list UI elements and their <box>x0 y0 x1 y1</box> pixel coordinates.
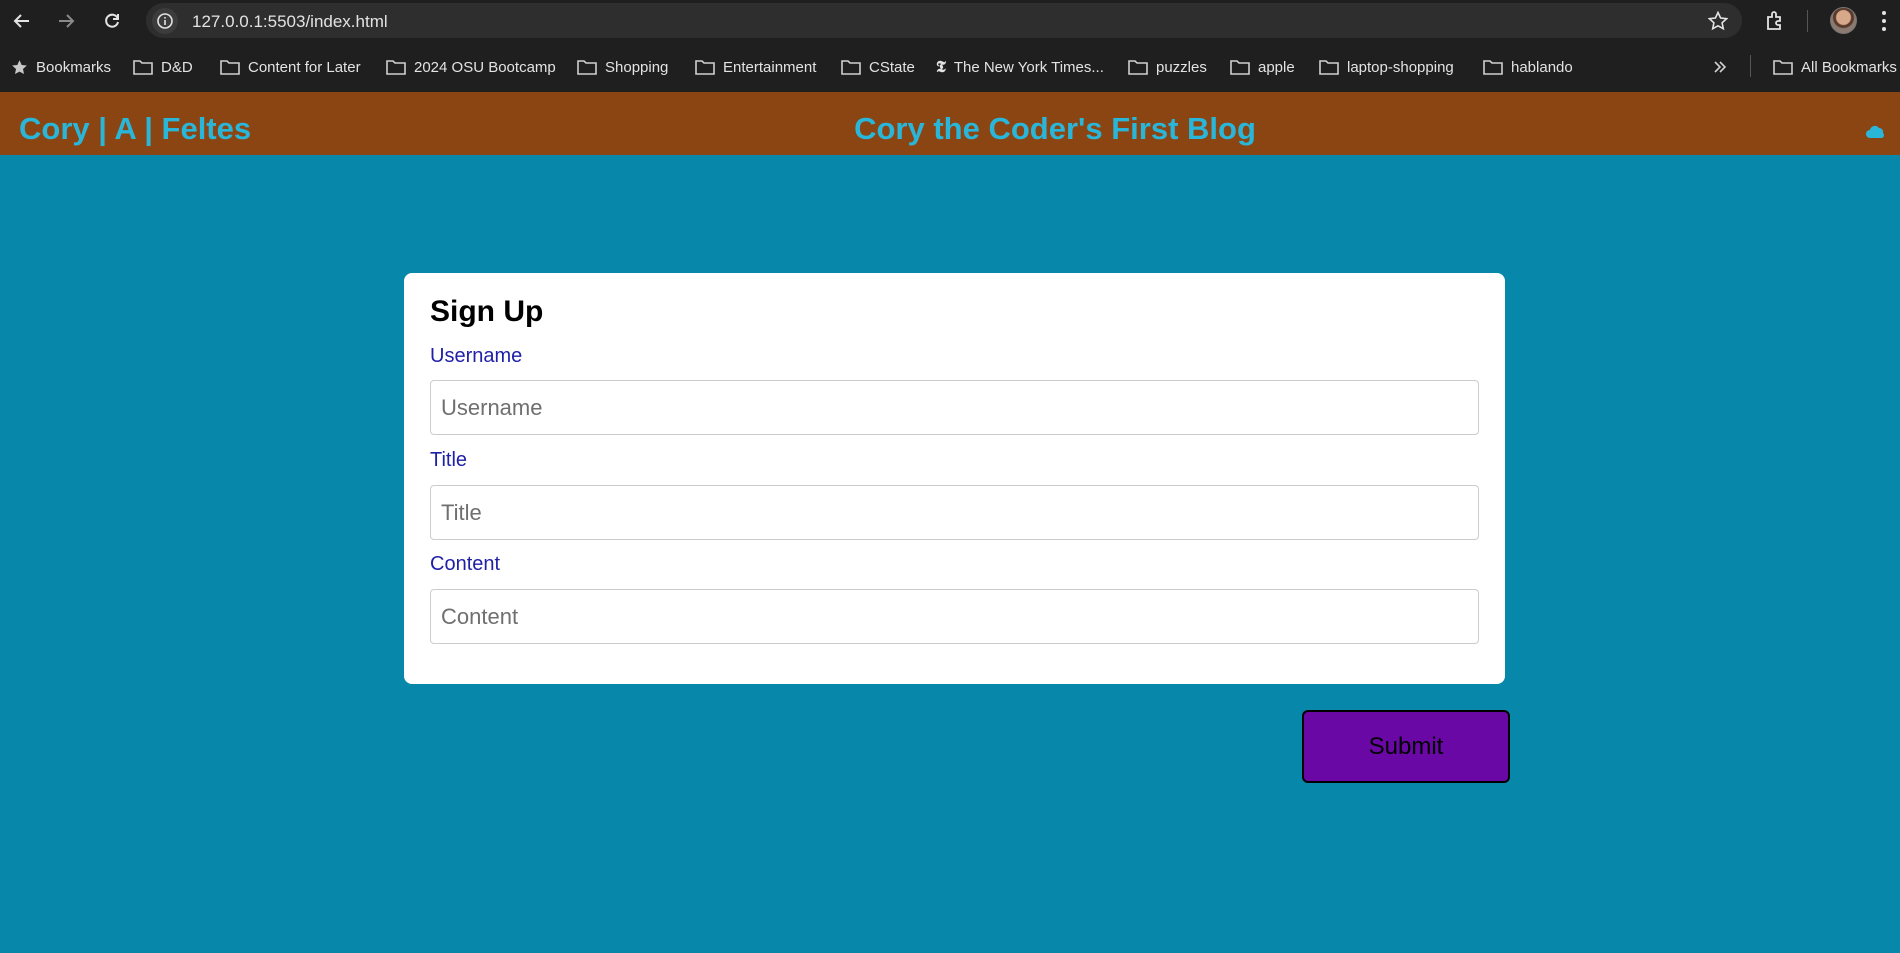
forward-button[interactable] <box>53 8 79 34</box>
username-input[interactable] <box>430 380 1479 435</box>
star-icon <box>12 59 27 74</box>
back-button[interactable] <box>9 8 35 34</box>
more-menu-icon[interactable] <box>1880 9 1888 33</box>
folder-icon <box>1319 60 1339 75</box>
browser-toolbar: 127.0.0.1:5503/index.html <box>0 0 1900 41</box>
bookmark-item[interactable]: 𝕿 The New York Times... <box>936 57 1104 77</box>
bookmark-star-icon[interactable] <box>1708 11 1728 31</box>
folder-icon <box>220 60 240 75</box>
content-input[interactable] <box>430 589 1479 644</box>
reload-button[interactable] <box>99 8 125 34</box>
form-heading: Sign Up <box>430 295 544 328</box>
extensions-icon[interactable] <box>1764 9 1788 33</box>
bookmark-label: Entertainment <box>723 58 817 76</box>
site-info-button[interactable] <box>152 8 178 34</box>
profile-avatar[interactable] <box>1830 7 1857 34</box>
all-bookmarks-label: All Bookmarks <box>1801 58 1897 76</box>
nyt-icon: 𝕿 <box>936 57 946 76</box>
folder-icon <box>1128 60 1148 75</box>
title-label: Title <box>430 449 468 471</box>
bookmark-folder[interactable]: laptop-shopping <box>1319 57 1454 77</box>
bookmark-label: hablando <box>1511 58 1573 76</box>
folder-icon <box>133 60 153 75</box>
bookmark-label: 2024 OSU Bootcamp <box>414 58 556 76</box>
bookmark-folder[interactable]: Shopping <box>577 57 668 77</box>
site-header: Cory | A | Feltes Cory the Coder's First… <box>0 92 1900 155</box>
bookmark-folder[interactable]: Content for Later <box>220 57 361 77</box>
bookmark-folder[interactable]: 2024 OSU Bootcamp <box>386 57 556 77</box>
title-input[interactable] <box>430 485 1479 540</box>
folder-icon <box>1773 60 1793 75</box>
bookmark-label: apple <box>1258 58 1295 76</box>
folder-icon <box>841 60 861 75</box>
signup-form: Sign Up Username Title Content <box>404 273 1505 684</box>
bookmark-item[interactable]: Bookmarks <box>11 57 111 77</box>
forward-arrow-icon <box>59 14 75 28</box>
page-title: Cory the Coder's First Blog <box>854 111 1256 146</box>
bookmarks-divider <box>1750 55 1751 77</box>
bookmark-label: Bookmarks <box>36 58 112 76</box>
bookmark-folder[interactable]: apple <box>1230 57 1295 77</box>
bookmark-folder[interactable]: puzzles <box>1128 57 1207 77</box>
bookmarks-bar: Bookmarks D&D Content for Later 2024 OSU… <box>0 41 1900 92</box>
bookmark-folder[interactable]: Entertainment <box>695 57 816 77</box>
back-arrow-icon <box>13 14 29 28</box>
info-icon <box>157 13 173 29</box>
toolbar-divider <box>1807 10 1808 32</box>
bookmark-label: puzzles <box>1156 58 1207 76</box>
bookmark-folder[interactable]: D&D <box>133 57 193 77</box>
folder-icon <box>577 60 597 75</box>
folder-icon <box>695 60 715 75</box>
bookmark-label: D&D <box>161 58 193 76</box>
folder-icon <box>1230 60 1250 75</box>
bookmark-label: CState <box>869 58 915 76</box>
bookmark-label: The New York Times... <box>953 58 1104 76</box>
chevron-double-right-icon <box>1714 61 1727 73</box>
bookmark-folder[interactable]: hablando <box>1483 57 1573 77</box>
all-bookmarks-button[interactable]: All Bookmarks <box>1773 57 1897 77</box>
bookmark-folder[interactable]: CState <box>841 57 915 77</box>
bookmark-label: laptop-shopping <box>1347 58 1454 76</box>
submit-button[interactable]: Submit <box>1302 710 1510 783</box>
cloud-moon-icon[interactable] <box>1864 118 1890 142</box>
folder-icon <box>1483 60 1503 75</box>
address-bar[interactable]: 127.0.0.1:5503/index.html <box>146 3 1742 38</box>
folder-icon <box>386 60 406 75</box>
username-label: Username <box>430 345 523 367</box>
reload-icon <box>105 13 119 28</box>
content-label: Content <box>430 553 501 575</box>
more-bookmarks-button[interactable] <box>1713 57 1727 77</box>
bookmark-label: Content for Later <box>248 58 361 76</box>
url-text[interactable]: 127.0.0.1:5503/index.html <box>192 12 388 32</box>
bookmark-label: Shopping <box>605 58 669 76</box>
